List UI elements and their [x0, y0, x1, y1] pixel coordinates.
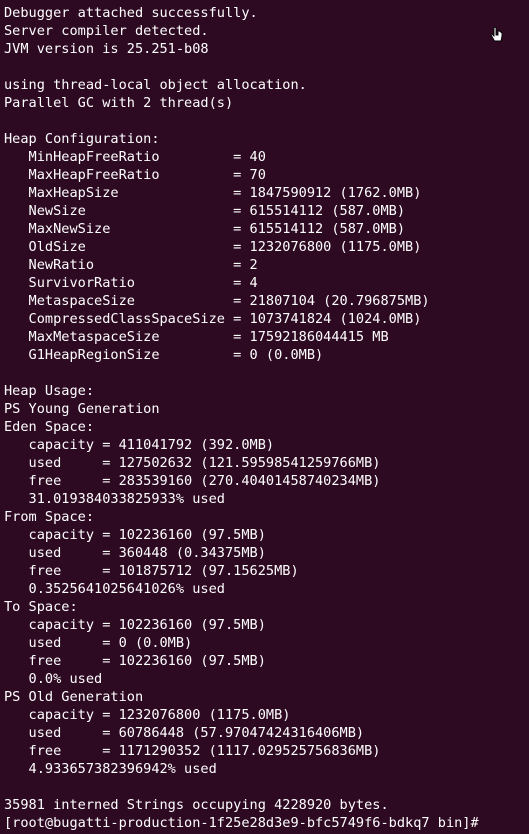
terminal-line: Heap Usage: — [4, 383, 95, 399]
terminal-line: NewSize = 615514112 (587.0MB) — [4, 203, 406, 219]
terminal-line: free = 1171290352 (1117.029525756836MB) — [4, 743, 381, 759]
terminal-window[interactable]: Debugger attached successfully. Server co… — [0, 0, 529, 834]
terminal-line: capacity = 1232076800 (1175.0MB) — [4, 707, 291, 723]
terminal-line: used = 360448 (0.34375MB) — [4, 545, 266, 561]
terminal-line: used = 0 (0.0MB) — [4, 635, 193, 651]
terminal-line: MaxHeapSize = 1847590912 (1762.0MB) — [4, 185, 422, 201]
terminal-line: G1HeapRegionSize = 0 (0.0MB) — [4, 347, 324, 363]
terminal-line: Eden Space: — [4, 419, 95, 435]
terminal-line: capacity = 102236160 (97.5MB) — [4, 527, 266, 543]
terminal-line: NewRatio = 2 — [4, 257, 258, 273]
terminal-line: PS Old Generation — [4, 689, 144, 705]
terminal-line: free = 102236160 (97.5MB) — [4, 653, 266, 669]
terminal-line: Debugger attached successfully. — [4, 5, 258, 21]
terminal-line: OldSize = 1232076800 (1175.0MB) — [4, 239, 422, 255]
terminal-line: capacity = 411041792 (392.0MB) — [4, 437, 275, 453]
terminal-line: JVM version is 25.251-b08 — [4, 41, 209, 57]
terminal-line: 0.3525641025641026% used — [4, 581, 225, 597]
terminal-line: SurvivorRatio = 4 — [4, 275, 258, 291]
terminal-line: PS Young Generation — [4, 401, 160, 417]
terminal-line: free = 101875712 (97.15625MB) — [4, 563, 299, 579]
terminal-output: Debugger attached successfully. Server co… — [4, 4, 529, 832]
terminal-line: MinHeapFreeRatio = 40 — [4, 149, 266, 165]
terminal-line: CompressedClassSpaceSize = 1073741824 (1… — [4, 311, 422, 327]
terminal-line: 0.0% used — [4, 671, 103, 687]
terminal-line: used = 127502632 (121.59598541259766MB) — [4, 455, 381, 471]
terminal-line: used = 60786448 (57.97047424316406MB) — [4, 725, 365, 741]
terminal-line: 35981 interned Strings occupying 4228920… — [4, 797, 389, 813]
terminal-line: 4.933657382396942% used — [4, 761, 217, 777]
terminal-line: free = 283539160 (270.40401458740234MB) — [4, 473, 381, 489]
terminal-line: using thread-local object allocation. — [4, 77, 307, 93]
terminal-line: MetaspaceSize = 21807104 (20.796875MB) — [4, 293, 430, 309]
terminal-line: MaxNewSize = 615514112 (587.0MB) — [4, 221, 406, 237]
terminal-line: 31.019384033825933% used — [4, 491, 225, 507]
terminal-line: From Space: — [4, 509, 95, 525]
terminal-line: MaxMetaspaceSize = 17592186044415 MB — [4, 329, 389, 345]
terminal-line: Parallel GC with 2 thread(s) — [4, 95, 234, 111]
terminal-line: [root@bugatti-production-1f25e28d3e9-bfc… — [4, 815, 479, 831]
terminal-line: To Space: — [4, 599, 78, 615]
terminal-line: capacity = 102236160 (97.5MB) — [4, 617, 266, 633]
terminal-line: Server compiler detected. — [4, 23, 209, 39]
terminal-line: MaxHeapFreeRatio = 70 — [4, 167, 266, 183]
terminal-line: Heap Configuration: — [4, 131, 160, 147]
hand-pointer-icon — [489, 26, 505, 44]
